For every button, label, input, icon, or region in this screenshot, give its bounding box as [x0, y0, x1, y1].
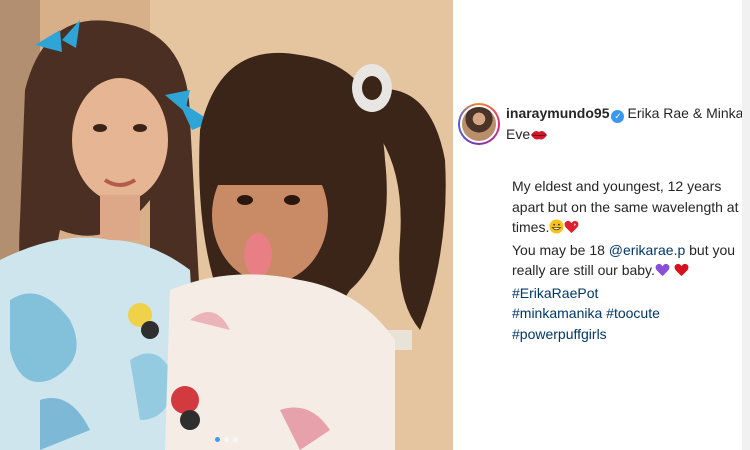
carousel-dot[interactable] — [224, 437, 229, 442]
photo-illustration — [0, 0, 453, 450]
verified-badge-icon: ✓ — [611, 110, 625, 123]
carousel-dot[interactable] — [215, 437, 220, 442]
post-caption-panel: inaraymundo95 ✓ Erika Rae & Minka Eve My e… — [453, 0, 750, 450]
username-link[interactable]: inaraymundo95 — [506, 105, 609, 121]
hashtag-link[interactable]: #powerpuffgirls — [512, 326, 607, 342]
carousel-indicator[interactable] — [0, 437, 453, 442]
hashtag-link[interactable]: #ErikaRaePot — [512, 285, 598, 301]
sparkling-heart-icon — [564, 219, 579, 240]
avatar[interactable] — [458, 103, 500, 145]
post-header: inaraymundo95 ✓ Erika Rae & Minka Eve — [458, 103, 748, 147]
scrollbar-track[interactable] — [742, 0, 750, 450]
hashtag-link[interactable]: #minkamanika — [512, 305, 602, 321]
red-heart-icon — [674, 262, 689, 283]
post-photo[interactable] — [0, 0, 453, 450]
purple-heart-icon — [655, 262, 670, 283]
hashtag-link[interactable]: #toocute — [606, 305, 660, 321]
caption-line-2-prefix: You may be 18 — [512, 241, 605, 258]
mention-link[interactable]: @erikarae.p — [609, 242, 685, 258]
lips-emoji-icon — [530, 126, 548, 147]
grinning-face-icon — [549, 219, 564, 240]
carousel-dot[interactable] — [233, 437, 238, 442]
caption-line-1: My eldest and youngest, 12 years apart b… — [512, 178, 739, 235]
avatar-image — [460, 105, 498, 143]
caption-title: inaraymundo95 ✓ Erika Rae & Minka Eve — [506, 103, 748, 147]
caption-body: My eldest and youngest, 12 years apart b… — [512, 176, 748, 344]
